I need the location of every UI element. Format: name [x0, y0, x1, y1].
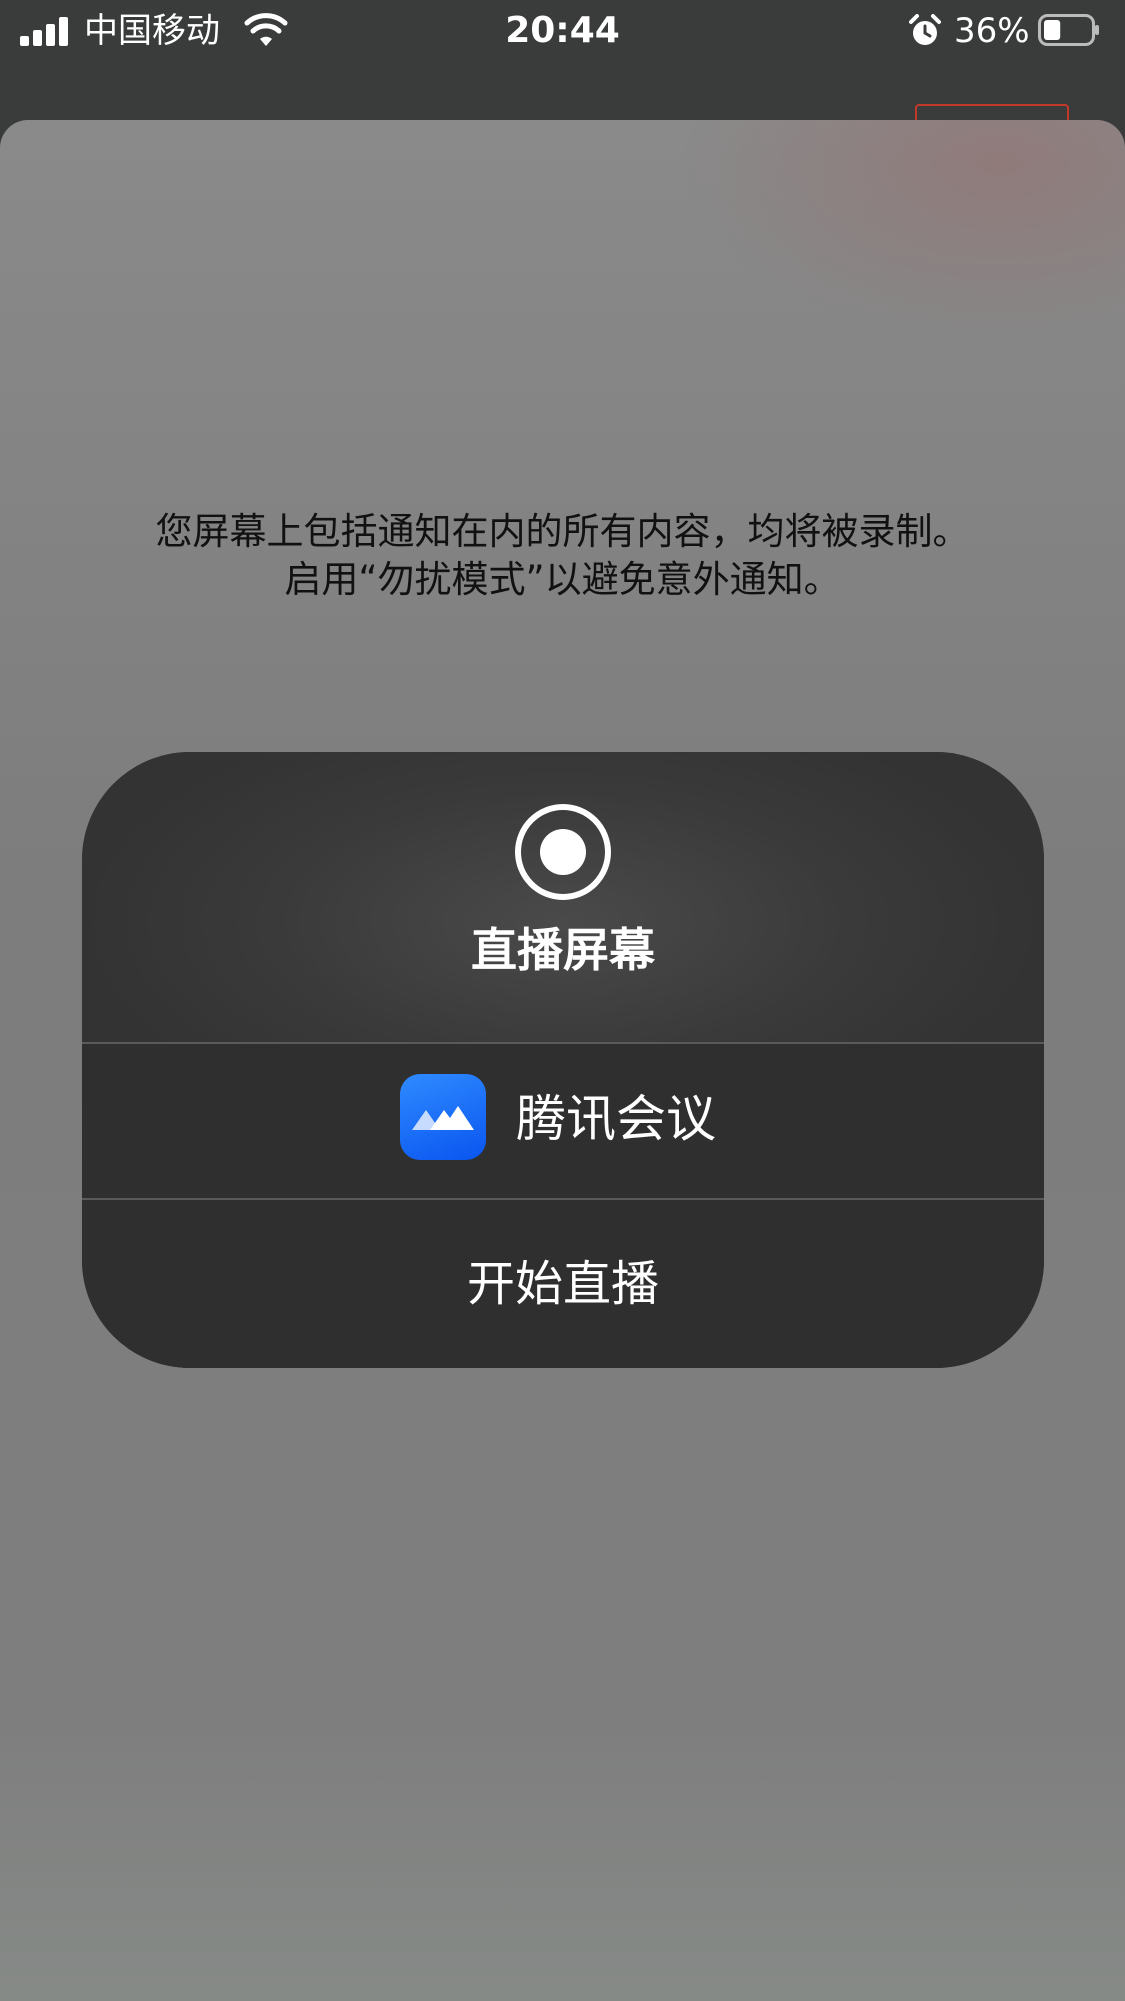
battery-icon [1038, 14, 1099, 46]
battery-percentage: 36% [954, 11, 1030, 51]
broadcast-title: 直播屏幕 [471, 923, 655, 977]
status-bar: 中国移动 20:44 36% [0, 0, 1125, 62]
tencent-meeting-icon [400, 1074, 486, 1160]
app-option-tencent-meeting[interactable]: 腾讯会议 [82, 1044, 1044, 1198]
app-option-label: 腾讯会议 [516, 1090, 716, 1148]
start-broadcast-button[interactable]: 开始直播 [82, 1200, 1044, 1368]
broadcast-card: 直播屏幕 腾讯会议 开始直播 [82, 752, 1044, 1368]
screen-broadcast-sheet: 您屏幕上包括通知在内的所有内容，均将被录制。 启用“勿扰模式”以避免意外通知。 … [0, 120, 1125, 2001]
recording-notice-line-2: 启用“勿扰模式”以避免意外通知。 [284, 558, 841, 601]
recording-notice: 您屏幕上包括通知在内的所有内容，均将被录制。 启用“勿扰模式”以避免意外通知。 [60, 508, 1065, 604]
broadcast-card-header: 直播屏幕 [82, 752, 1044, 1042]
alarm-icon [909, 14, 941, 45]
recording-notice-line-1: 您屏幕上包括通知在内的所有内容，均将被录制。 [155, 510, 970, 553]
record-icon [515, 804, 611, 900]
